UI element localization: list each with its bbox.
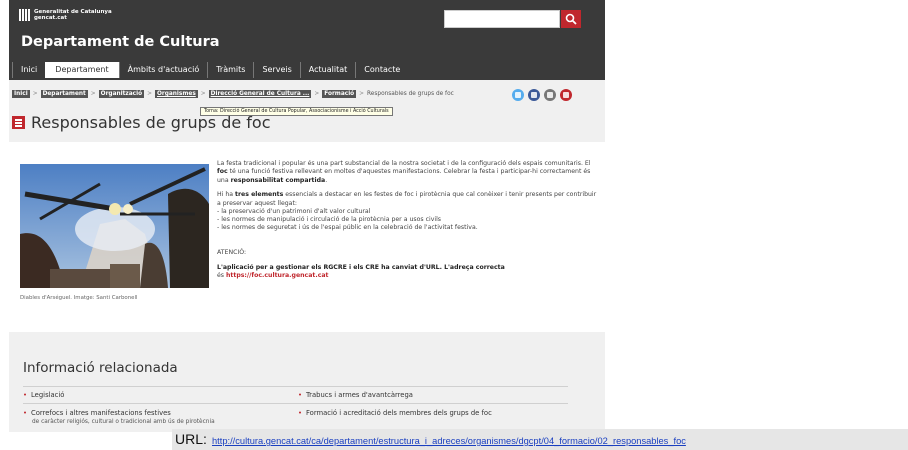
nav-item-tràmits[interactable]: Tràmits (207, 62, 253, 78)
related-link-correfocs[interactable]: • Correfocs i altres manifestacions festi… (23, 409, 171, 417)
menu-list-icon (12, 116, 25, 129)
share-toolbar (512, 89, 572, 101)
breadcrumb-item[interactable]: Departament (40, 90, 88, 98)
article-photo (20, 164, 209, 288)
logo-line-2: gencat.cat (34, 15, 67, 21)
search-input[interactable] (444, 10, 560, 28)
email-icon[interactable] (544, 89, 556, 101)
page-title: Responsables de grups de foc (31, 113, 271, 132)
atencio-label: ATENCIÓ: (217, 249, 247, 257)
breadcrumb-item[interactable]: Organització (98, 90, 145, 98)
breadcrumb-separator: > (32, 91, 38, 97)
related-link-trabucs[interactable]: • Trabucs i armes d'avantcàrrega (298, 391, 413, 399)
related-info-section: Informació relacionada • Legislació • Trab… (9, 332, 605, 432)
list-item: - les normes de manipulació i circulació… (217, 215, 442, 223)
nav-item-departament[interactable]: Departament (45, 62, 119, 78)
page: Generalitat de Catalunya gencat.cat Depa… (0, 0, 908, 450)
breadcrumb-separator: > (314, 91, 320, 97)
breadcrumb-separator: > (90, 91, 96, 97)
main-nav: Inici Departament Àmbits d'actuació Tràmits… (12, 62, 408, 78)
nav-item-inici[interactable]: Inici (12, 62, 45, 78)
breadcrumb-item[interactable]: Direcció General de Cultura ... (208, 90, 312, 98)
gencat-logo[interactable]: Generalitat de Catalunya gencat.cat (19, 9, 112, 21)
breadcrumb-separator: > (359, 91, 365, 97)
list-item: - la preservació d'un patrimoni d'alt va… (217, 208, 371, 216)
gencat-logo-icon (19, 9, 30, 21)
breadcrumb-current: Responsables de grups de foc (367, 91, 454, 97)
print-icon[interactable] (560, 89, 572, 101)
nav-item-àmbits-d-actuació[interactable]: Àmbits d'actuació (118, 62, 208, 78)
search-button[interactable] (561, 10, 581, 28)
article-body: La festa tradicional i popular és una pa… (217, 160, 597, 287)
intro-paragraph: La festa tradicional i popular és una pa… (217, 160, 591, 184)
nav-item-serveis[interactable]: Serveis (253, 62, 299, 78)
facebook-icon[interactable] (528, 89, 540, 101)
department-title[interactable]: Departament de Cultura (21, 34, 220, 50)
page-heading: Responsables de grups de foc (12, 113, 271, 132)
twitter-icon[interactable] (512, 89, 524, 101)
list-item: - les normes de seguretat i ús de l'espa… (217, 223, 478, 231)
url-overlay: URL: http://cultura.gencat.cat/ca/depart… (172, 429, 908, 450)
url-notice: L'aplicació per a gestionar els RGCRE i … (217, 263, 505, 280)
related-link-legislacio[interactable]: • Legislació (23, 391, 64, 399)
photo-caption: Diables d'Arséguel. Imatge: Santi Carbon… (20, 295, 138, 301)
fire-devils-photo (20, 164, 209, 288)
breadcrumb-item[interactable]: Inici (12, 90, 30, 98)
url-label: URL: (175, 431, 207, 447)
breadcrumb: Inici > Departament > Organització > Organisme… (12, 90, 454, 98)
elements-paragraph: Hi ha tres elements essencials a destaca… (217, 191, 597, 207)
breadcrumb-separator: > (200, 91, 206, 97)
elements-list: - la preservació d'un patrimoni d'alt va… (217, 208, 597, 231)
related-title: Informació relacionada (23, 360, 178, 376)
breadcrumb-item[interactable]: Formació (322, 90, 357, 98)
search-icon (565, 13, 577, 25)
related-correfocs-subtitle: de caràcter religiós, cultural o tradici… (32, 419, 215, 425)
nav-item-contacte[interactable]: Contacte (355, 62, 408, 78)
related-link-formacio[interactable]: • Formació i acreditació dels membres del… (298, 409, 492, 417)
breadcrumb-separator: > (147, 91, 152, 97)
nav-item-actualitat[interactable]: Actualitat (299, 62, 355, 78)
breadcrumb-item[interactable]: Organismes (154, 90, 198, 98)
url-link[interactable]: http://cultura.gencat.cat/ca/departament… (212, 436, 686, 446)
foc-app-link[interactable]: https://foc.cultura.gencat.cat (226, 272, 329, 279)
